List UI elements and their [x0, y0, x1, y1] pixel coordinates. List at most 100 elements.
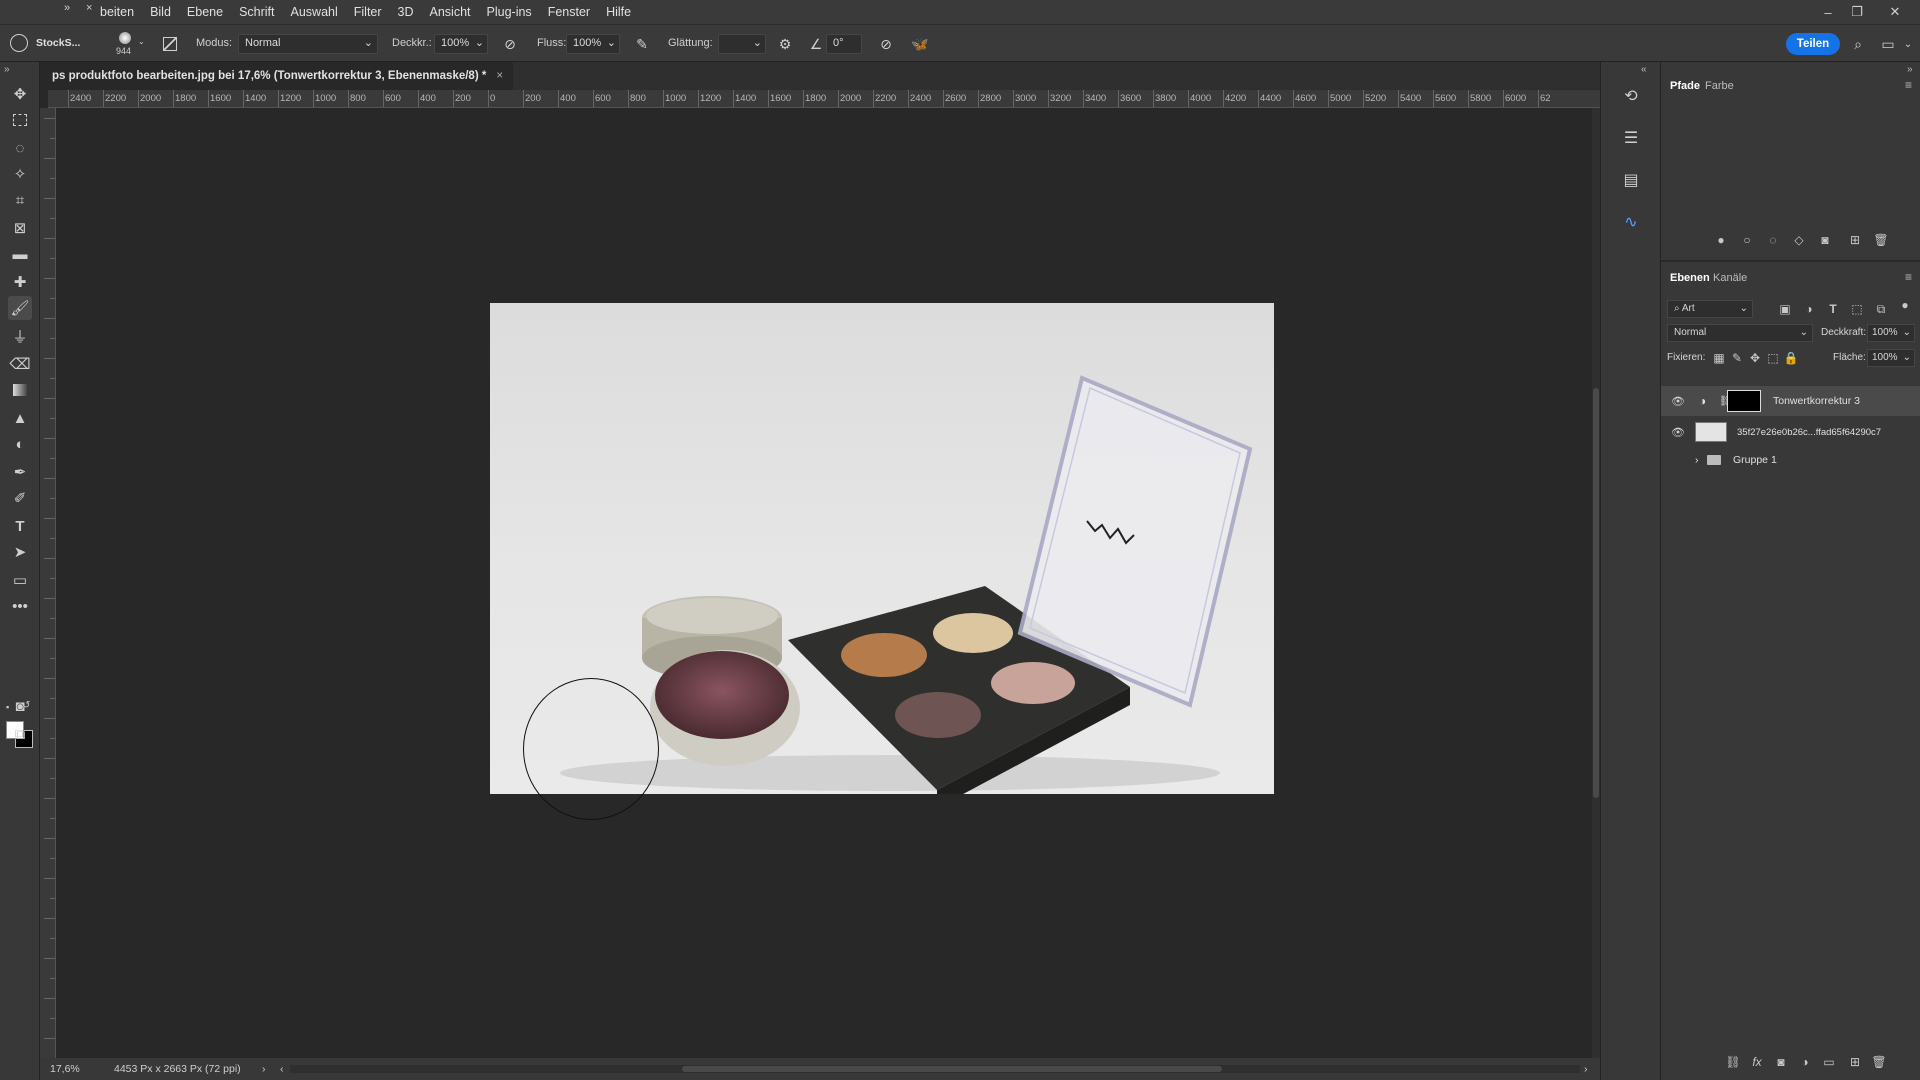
link-layers-icon[interactable]: ⛓ — [1725, 1054, 1741, 1070]
ruler-vertical[interactable] — [40, 108, 56, 1058]
filter-type-icon[interactable]: T — [1825, 301, 1841, 317]
pressure-size-icon[interactable]: ⊘ — [876, 34, 896, 54]
new-group-icon[interactable]: ▭ — [1821, 1054, 1837, 1070]
delete-layer-icon[interactable]: 🗑 — [1871, 1054, 1887, 1070]
brush-tool-icon[interactable]: 🖌 — [8, 296, 32, 320]
tab-kanaele[interactable]: Kanäle — [1713, 272, 1747, 284]
gear-icon[interactable]: ⚙ — [775, 34, 795, 54]
screen-mode-icon[interactable]: ⧉ — [8, 722, 32, 746]
history-icon[interactable]: ⟲ — [1619, 84, 1643, 108]
libraries-icon[interactable]: ☰ — [1619, 126, 1643, 150]
path-select-tool-icon[interactable]: ➤ — [8, 540, 32, 564]
scroll-left-icon[interactable]: ‹ — [280, 1063, 284, 1075]
move-tool-icon[interactable]: ✥ — [8, 82, 32, 106]
blur-tool-icon[interactable]: ▲ — [8, 406, 32, 430]
filter-pixel-icon[interactable]: ▣ — [1777, 301, 1793, 317]
menu-hilfe[interactable]: Hilfe — [598, 5, 639, 19]
horizontal-scrollbar[interactable] — [290, 1065, 1580, 1073]
ruler-tool-icon[interactable]: ▬ — [8, 242, 32, 266]
menu-filter[interactable]: Filter — [346, 5, 390, 19]
new-path-icon[interactable]: ⊞ — [1847, 232, 1863, 248]
glaettung-input[interactable]: ⌄ — [718, 34, 766, 54]
vertical-scrollbar[interactable] — [1592, 108, 1600, 1058]
symmetry-icon[interactable]: 🦋 — [910, 34, 930, 54]
restore-icon[interactable]: ❐ — [1842, 0, 1872, 24]
lock-transparency-icon[interactable]: ▦ — [1711, 350, 1727, 366]
lock-artboard-icon[interactable]: ⬚ — [1765, 350, 1781, 366]
visibility-toggle-empty[interactable] — [1671, 454, 1683, 466]
layers-menu-icon[interactable]: ≡ — [1905, 270, 1912, 284]
fill-input[interactable]: 100% ⌄ — [1867, 349, 1915, 367]
delete-path-icon[interactable]: 🗑 — [1873, 232, 1889, 248]
menu-fenster[interactable]: Fenster — [540, 5, 598, 19]
filter-smart-object-icon[interactable]: ⧉ — [1873, 301, 1889, 317]
canvas-area[interactable] — [56, 108, 1600, 1058]
new-layer-icon[interactable]: ⊞ — [1847, 1054, 1863, 1070]
opacity-input[interactable]: 100% ⌄ — [1867, 324, 1915, 342]
properties-icon[interactable]: ▤ — [1619, 168, 1643, 192]
deckkraft-input[interactable]: 100% ⌄ — [434, 34, 488, 54]
workspace-icon[interactable]: ▭ — [1878, 34, 1898, 54]
filter-adjustment-icon[interactable]: ◑ — [1801, 301, 1817, 317]
blend-mode-select[interactable]: Normal ⌄ — [1667, 324, 1813, 342]
home-icon[interactable] — [10, 34, 28, 52]
more-tools-icon[interactable]: ••• — [8, 594, 32, 618]
tab-farbe[interactable]: Farbe — [1705, 80, 1734, 92]
healing-brush-tool-icon[interactable]: ✚ — [8, 270, 32, 294]
panel-menu-icon[interactable]: ≡ — [1905, 78, 1912, 92]
fluss-input[interactable]: 100% ⌄ — [566, 34, 620, 54]
lock-position-icon[interactable]: ✥ — [1747, 350, 1763, 366]
crop-tool-icon[interactable]: ⌗ — [8, 188, 32, 212]
zoom-level[interactable]: 17,6% — [50, 1063, 80, 1075]
quick-mask-icon[interactable]: ◙ — [8, 694, 32, 718]
menu-auswahl[interactable]: Auswahl — [283, 5, 346, 19]
menu-bild[interactable]: Bild — [142, 5, 179, 19]
add-layer-mask-icon[interactable]: ◙ — [1773, 1054, 1789, 1070]
share-button[interactable]: Teilen — [1786, 33, 1840, 55]
menu-3d[interactable]: 3D — [390, 5, 422, 19]
chevron-right-icon[interactable]: › — [262, 1063, 266, 1075]
tab-pfade[interactable]: Pfade — [1670, 80, 1700, 92]
layer-mask-thumbnail[interactable] — [1727, 390, 1761, 412]
curvature-pen-tool-icon[interactable]: ✐ — [8, 486, 32, 510]
pen-tool-icon[interactable]: ✒ — [8, 460, 32, 484]
close-window-icon[interactable]: ✕ — [1880, 0, 1910, 24]
layer-filter-select[interactable]: ⌕ Art ⌄ — [1667, 300, 1753, 318]
brush-preset-picker[interactable]: 944 ⌄ — [112, 29, 146, 59]
stroke-path-icon[interactable]: ○ — [1739, 232, 1755, 248]
fill-path-icon[interactable]: ● — [1713, 232, 1729, 248]
panel-collapse-icon[interactable]: » — [64, 2, 70, 14]
dodge-tool-icon[interactable]: ◐ — [8, 432, 32, 456]
marquee-tool-icon[interactable] — [8, 108, 32, 132]
chevron-right-icon[interactable]: › — [1695, 454, 1699, 466]
horizontal-scroll-thumb[interactable] — [682, 1066, 1222, 1072]
search-icon[interactable]: ⌕ — [1848, 34, 1868, 54]
lasso-tool-icon[interactable]: ◌ — [8, 136, 32, 160]
tab-ebenen[interactable]: Ebenen — [1670, 272, 1710, 284]
layer-style-icon[interactable]: fx — [1749, 1054, 1765, 1070]
menu-ebene[interactable]: Ebene — [179, 5, 231, 19]
filter-shape-icon[interactable]: ⬚ — [1849, 301, 1865, 317]
menu-ansicht[interactable]: Ansicht — [422, 5, 479, 19]
ruler-horizontal[interactable]: 2400 2200 2000 1800 1600 1400 1200 1000 800 600 40… — [48, 90, 1600, 108]
eraser-tool-icon[interactable]: ⌫ — [8, 352, 32, 376]
filter-toggle-icon[interactable]: ● — [1897, 297, 1913, 313]
eye-icon[interactable]: 👁 — [1671, 395, 1685, 408]
lock-all-icon[interactable]: 🔒 — [1783, 350, 1799, 366]
load-selection-icon[interactable]: ◌ — [1765, 232, 1781, 248]
collapse-right-icon[interactable]: » — [1907, 64, 1913, 75]
airbrush-icon[interactable]: ✎ — [632, 34, 652, 54]
chevron-down-icon[interactable]: ⌄ — [1898, 34, 1918, 54]
pressure-opacity-icon[interactable]: ⊘ — [500, 34, 520, 54]
add-mask-icon[interactable]: ◙ — [1817, 232, 1833, 248]
angle-input[interactable]: 0° — [826, 34, 862, 54]
layer-row[interactable]: › Gruppe 1 — [1661, 445, 1920, 475]
type-tool-icon[interactable]: T — [8, 514, 32, 538]
new-adjustment-icon[interactable]: ◑ — [1797, 1054, 1813, 1070]
layer-row[interactable]: 👁 35f27e26e0b26c...ffad65f64290c7 — [1661, 417, 1920, 447]
layer-row[interactable]: 👁 ◑ ⛓ Tonwertkorrektur 3 — [1661, 386, 1920, 416]
menu-schrift[interactable]: Schrift — [231, 5, 282, 19]
close-tab-icon[interactable]: × — [496, 70, 503, 82]
clone-stamp-tool-icon[interactable]: ⏚ — [8, 324, 32, 348]
collapse-panels-icon[interactable]: « — [1641, 64, 1647, 75]
